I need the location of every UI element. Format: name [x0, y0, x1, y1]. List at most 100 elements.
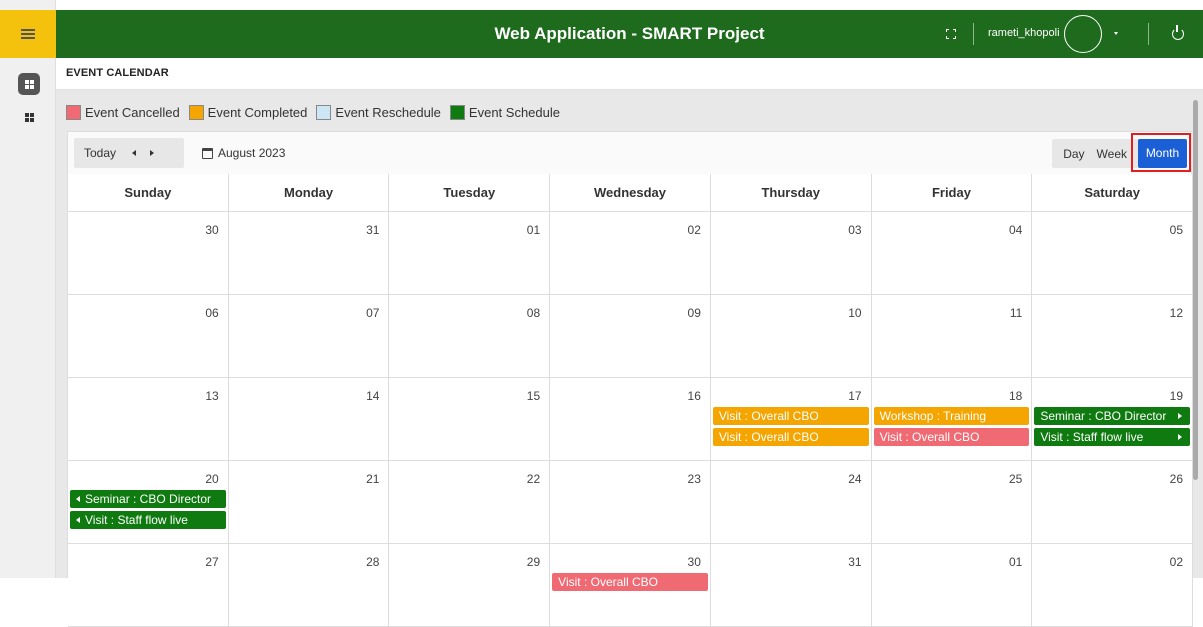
dashboard-nav-button[interactable]: [18, 73, 40, 95]
avatar[interactable]: [1064, 15, 1102, 53]
day-cell[interactable]: 27: [68, 544, 229, 626]
day-cell[interactable]: 05: [1032, 212, 1194, 294]
day-number[interactable]: 29: [527, 555, 540, 569]
day-cell[interactable]: 24: [711, 461, 872, 543]
day-number[interactable]: 23: [688, 472, 701, 486]
day-cell[interactable]: 13: [68, 378, 229, 460]
day-cell[interactable]: 17 Visit : Overall CBO Visit : Overall C…: [711, 378, 872, 460]
day-cell[interactable]: 15: [389, 378, 551, 460]
day-cell[interactable]: 12: [1032, 295, 1194, 377]
day-number[interactable]: 28: [366, 555, 379, 569]
day-number[interactable]: 21: [366, 472, 379, 486]
day-cell[interactable]: 22: [389, 461, 551, 543]
calendar-event[interactable]: Workshop : Training: [873, 407, 1030, 425]
calendar-event[interactable]: Visit : Overall CBO: [873, 428, 1030, 446]
day-number[interactable]: 13: [205, 389, 218, 403]
day-cell[interactable]: 01: [389, 212, 551, 294]
day-number[interactable]: 30: [205, 223, 218, 237]
day-cell[interactable]: 21: [229, 461, 390, 543]
day-cell[interactable]: 09: [550, 295, 711, 377]
day-number[interactable]: 26: [1170, 472, 1183, 486]
day-number[interactable]: 11: [1010, 306, 1022, 320]
day-number[interactable]: 08: [527, 306, 540, 320]
view-switcher: Day Week Month: [1052, 133, 1191, 172]
day-cell[interactable]: 29: [389, 544, 551, 626]
day-cell[interactable]: 07: [229, 295, 390, 377]
calendar-event[interactable]: Visit : Staff flow live: [1034, 428, 1191, 446]
calendar-event[interactable]: Visit : Staff flow live: [70, 511, 226, 529]
day-cell[interactable]: 04: [872, 212, 1033, 294]
day-number[interactable]: 06: [205, 306, 218, 320]
day-cell[interactable]: 10: [711, 295, 872, 377]
day-cell[interactable]: 23: [550, 461, 711, 543]
calendar-event[interactable]: Seminar : CBO Director: [1034, 407, 1191, 425]
day-number[interactable]: 16: [688, 389, 701, 403]
day-number[interactable]: 27: [205, 555, 218, 569]
day-cell[interactable]: 26: [1032, 461, 1194, 543]
day-cell[interactable]: 06: [68, 295, 229, 377]
day-cell[interactable]: 20 Seminar : CBO Director Visit : Staff …: [68, 461, 229, 543]
day-number[interactable]: 05: [1170, 223, 1183, 237]
month-grid: Sunday Monday Tuesday Wednesday Thursday…: [67, 174, 1194, 627]
day-number[interactable]: 12: [1170, 306, 1183, 320]
day-number[interactable]: 04: [1009, 223, 1022, 237]
calendar-event[interactable]: Visit : Overall CBO: [552, 573, 708, 591]
day-number[interactable]: 02: [1170, 555, 1183, 569]
day-number[interactable]: 22: [527, 472, 540, 486]
day-number[interactable]: 07: [366, 306, 379, 320]
chevron-down-icon[interactable]: [1114, 32, 1118, 35]
current-month-label: August 2023: [218, 146, 286, 160]
top-header: Web Application - SMART Project rameti_k…: [56, 10, 1203, 58]
fullscreen-icon[interactable]: [946, 29, 956, 39]
calendar-event[interactable]: Visit : Overall CBO: [712, 407, 869, 425]
hamburger-menu-button[interactable]: [0, 10, 56, 58]
day-number[interactable]: 15: [527, 389, 540, 403]
day-cell[interactable]: 16: [550, 378, 711, 460]
day-cell[interactable]: 31: [229, 212, 390, 294]
day-number[interactable]: 31: [848, 555, 861, 569]
day-number[interactable]: 03: [848, 223, 861, 237]
day-cell[interactable]: 28: [229, 544, 390, 626]
day-cell[interactable]: 30 Visit : Overall CBO: [550, 544, 711, 626]
day-cell[interactable]: 03: [711, 212, 872, 294]
modules-nav-button[interactable]: [22, 110, 36, 124]
day-cell[interactable]: 02: [550, 212, 711, 294]
previous-month-button[interactable]: [132, 150, 137, 156]
day-cell[interactable]: 08: [389, 295, 551, 377]
day-cell[interactable]: 14: [229, 378, 390, 460]
day-number[interactable]: 17: [848, 389, 861, 403]
day-number[interactable]: 01: [1009, 555, 1022, 569]
day-number[interactable]: 09: [688, 306, 701, 320]
day-number[interactable]: 31: [366, 223, 379, 237]
day-number[interactable]: 24: [848, 472, 861, 486]
day-cell[interactable]: 25: [872, 461, 1033, 543]
day-number[interactable]: 25: [1009, 472, 1022, 486]
day-cell[interactable]: 30: [68, 212, 229, 294]
day-number[interactable]: 18: [1009, 389, 1022, 403]
legend-item-completed: Event Completed: [188, 104, 307, 120]
day-view-button[interactable]: Day: [1063, 147, 1084, 161]
username[interactable]: rameti_khopoli: [988, 10, 1060, 58]
calendar-event[interactable]: Visit : Overall CBO: [712, 428, 869, 446]
day-number[interactable]: 20: [205, 472, 218, 486]
power-icon[interactable]: [1172, 25, 1184, 40]
calendar-event[interactable]: Seminar : CBO Director: [70, 490, 226, 508]
vertical-scrollbar[interactable]: [1193, 100, 1198, 480]
day-cell[interactable]: 01: [872, 544, 1033, 626]
week-view-button[interactable]: Week: [1097, 147, 1127, 161]
legend-swatch: [449, 104, 465, 120]
next-month-button[interactable]: [150, 150, 155, 156]
day-number[interactable]: 30: [688, 555, 701, 569]
day-cell[interactable]: 18 Workshop : Training Visit : Overall C…: [872, 378, 1033, 460]
day-number[interactable]: 01: [527, 223, 540, 237]
day-number[interactable]: 19: [1170, 389, 1183, 403]
today-button[interactable]: Today: [84, 146, 116, 160]
month-picker[interactable]: August 2023: [202, 138, 285, 168]
day-cell[interactable]: 19 Seminar : CBO Director Visit : Staff …: [1032, 378, 1194, 460]
day-cell[interactable]: 11: [872, 295, 1033, 377]
day-number[interactable]: 02: [688, 223, 701, 237]
day-number[interactable]: 14: [366, 389, 379, 403]
day-cell[interactable]: 31: [711, 544, 872, 626]
day-number[interactable]: 10: [848, 306, 861, 320]
day-cell[interactable]: 02: [1032, 544, 1194, 626]
